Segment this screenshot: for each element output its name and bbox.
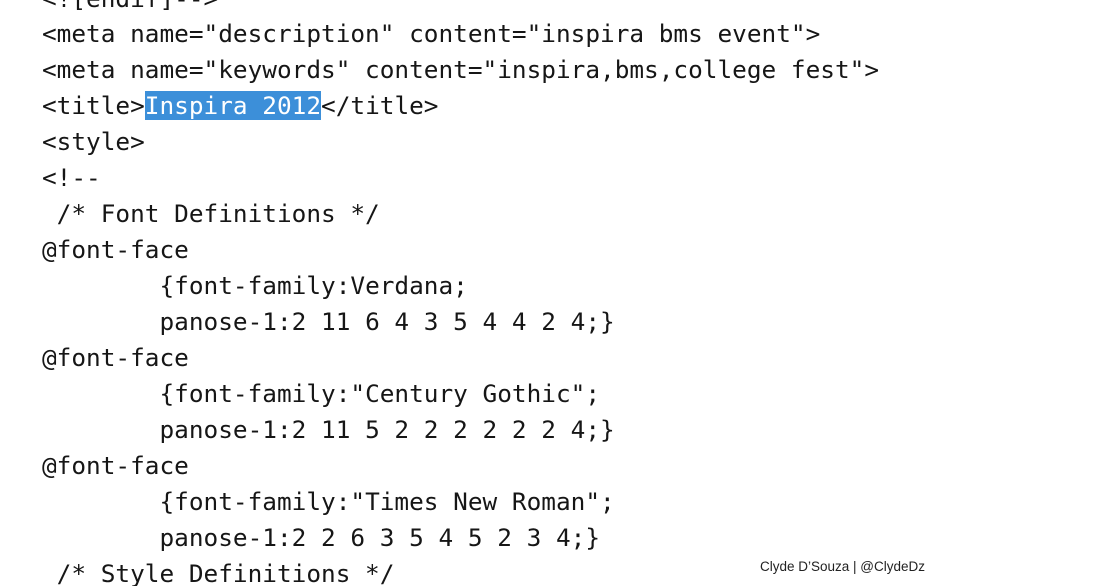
code-view[interactable]: <![endif]--> <meta name="description" co… <box>0 0 1096 586</box>
watermark-credit: Clyde D’Souza | @ClydeDz <box>760 559 926 574</box>
code-line: <meta name="description" content="inspir… <box>42 19 821 48</box>
code-line: {font-family:"Times New Roman"; <box>42 487 615 516</box>
code-line: <![endif]--> <box>42 0 218 17</box>
title-code-line: <title>Inspira 2012</title> <box>42 88 439 124</box>
code-line: {font-family:"Century Gothic"; <box>42 379 601 408</box>
code-line: panose-1:2 11 5 2 2 2 2 2 2 4;} <box>42 415 615 444</box>
code-line: /* Style Definitions */ <box>42 559 395 586</box>
code-line: @font-face <box>42 343 189 372</box>
code-line: panose-1:2 2 6 3 5 4 5 2 3 4;} <box>42 523 601 552</box>
title-open-tag: <title> <box>42 91 145 120</box>
code-line: <style> <box>42 127 145 156</box>
code-line: @font-face <box>42 451 189 480</box>
code-line: <!-- <box>42 163 101 192</box>
code-line: <meta name="keywords" content="inspira,b… <box>42 55 880 84</box>
selected-title-text[interactable]: Inspira 2012 <box>144 91 322 120</box>
code-line: /* Font Definitions */ <box>42 199 380 228</box>
code-line: @font-face <box>42 235 189 264</box>
code-line: panose-1:2 11 6 4 3 5 4 4 2 4;} <box>42 307 615 336</box>
code-line: {font-family:Verdana; <box>42 271 468 300</box>
title-close-tag: </title> <box>321 91 439 120</box>
